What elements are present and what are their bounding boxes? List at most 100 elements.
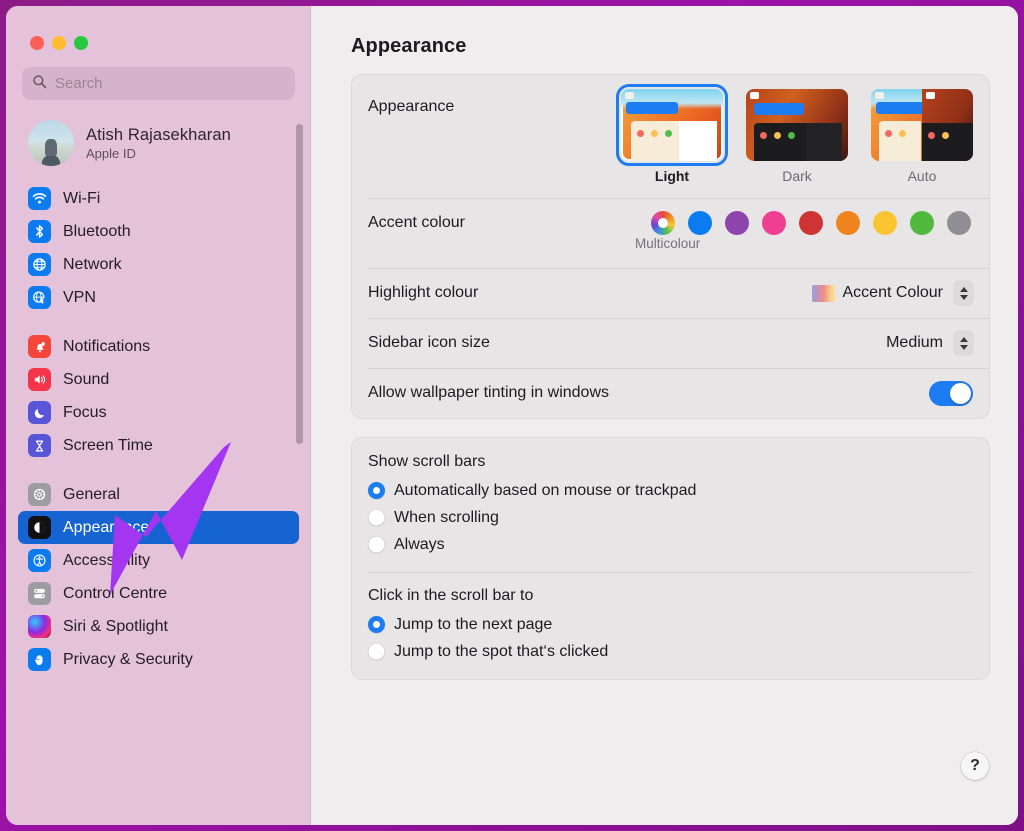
sidebar-item-notifications[interactable]: Notifications xyxy=(18,330,299,363)
chevron-up-down-icon[interactable] xyxy=(954,331,973,355)
accent-swatch-multicolour[interactable] xyxy=(651,211,675,235)
appearance-mode-options: Light Dark Auto xyxy=(616,84,973,184)
appearance-option-label: Auto xyxy=(907,168,937,184)
radio-button[interactable] xyxy=(368,509,385,526)
dark-theme-preview xyxy=(746,89,848,161)
appearance-option-label: Light xyxy=(654,168,690,184)
radio-show-scrollbars-always[interactable]: Always xyxy=(368,531,973,558)
sidebar-item-appearance[interactable]: Appearance xyxy=(18,511,299,544)
radio-button[interactable] xyxy=(368,643,385,660)
sidebar-item-label: Wi-Fi xyxy=(63,189,101,207)
accessibility-icon xyxy=(28,549,51,572)
sidebar-icon-size-label: Sidebar icon size xyxy=(368,334,490,351)
siri-icon xyxy=(28,615,51,638)
search-input[interactable] xyxy=(55,75,285,92)
highlight-colour-value: Accent Colour xyxy=(842,284,944,301)
profile-subtitle: Apple ID xyxy=(86,145,136,161)
minimise-button[interactable] xyxy=(52,36,66,50)
appearance-option-auto[interactable]: Auto xyxy=(871,89,973,184)
system-settings-window: Atish Rajasekharan Apple ID Wi-Fi Blueto… xyxy=(6,6,1018,825)
accent-swatch-blue[interactable] xyxy=(688,211,712,235)
accent-swatch-green[interactable] xyxy=(910,211,934,235)
accent-colour-swatches xyxy=(651,211,973,235)
show-scroll-bars-title: Show scroll bars xyxy=(368,453,486,470)
sidebar-item-label: Privacy & Security xyxy=(63,650,193,668)
sidebar-item-siri-spotlight[interactable]: Siri & Spotlight xyxy=(18,610,299,643)
network-globe-icon xyxy=(28,253,51,276)
accent-colour-caption: Multicolour xyxy=(635,236,701,251)
accent-swatch-red[interactable] xyxy=(799,211,823,235)
sidebar-item-control-centre[interactable]: Control Centre xyxy=(18,577,299,610)
radio-jump-next-page[interactable]: Jump to the next page xyxy=(368,611,973,638)
close-button[interactable] xyxy=(30,36,44,50)
sidebar-item-label: Sound xyxy=(63,370,110,388)
sidebar-item-label: Accessibility xyxy=(63,551,151,569)
sidebar-item-label: Bluetooth xyxy=(63,222,131,240)
radio-jump-to-spot[interactable]: Jump to the spot that‘s clicked xyxy=(368,638,973,665)
sidebar-divider-2 xyxy=(6,462,311,478)
sidebar-item-network[interactable]: Network xyxy=(18,248,299,281)
radio-label: When scrolling xyxy=(394,508,499,526)
sidebar-group-network: Wi-Fi Bluetooth Network VPN xyxy=(6,182,311,314)
profile-name: Atish Rajasekharan xyxy=(86,125,231,144)
sidebar-icon-size-value: Medium xyxy=(886,334,943,351)
appearance-option-dark[interactable]: Dark xyxy=(746,89,848,184)
chevron-up-down-icon[interactable] xyxy=(954,281,973,305)
screen-time-hourglass-icon xyxy=(28,434,51,457)
sidebar-item-general[interactable]: General xyxy=(18,478,299,511)
avatar xyxy=(28,120,74,166)
appearance-option-label: Dark xyxy=(782,168,812,184)
traffic-lights xyxy=(6,6,311,50)
sidebar-item-focus[interactable]: Focus xyxy=(18,396,299,429)
sidebar-icon-size-row: Sidebar icon size Medium xyxy=(352,318,989,368)
search-field[interactable] xyxy=(22,67,295,100)
highlight-colour-popup[interactable]: Accent Colour xyxy=(811,281,973,305)
sidebar-item-label: General xyxy=(63,485,120,503)
sound-speaker-icon xyxy=(28,368,51,391)
sidebar-item-sound[interactable]: Sound xyxy=(18,363,299,396)
sidebar-item-label: VPN xyxy=(63,288,96,306)
sidebar-item-accessibility[interactable]: Accessibility xyxy=(18,544,299,577)
sidebar-group-system: Notifications Sound Focus Screen Time xyxy=(6,330,311,462)
accent-swatch-pink[interactable] xyxy=(762,211,786,235)
sidebar-item-wifi[interactable]: Wi-Fi xyxy=(18,182,299,215)
focus-moon-icon xyxy=(28,401,51,424)
radio-label: Jump to the next page xyxy=(394,615,553,633)
radio-button[interactable] xyxy=(368,616,385,633)
main-content: Appearance Appearance Light Dark Auto Ac… xyxy=(311,6,1018,825)
appearance-settings-card: Appearance Light Dark Auto Accent colour… xyxy=(351,74,990,419)
sidebar-group-preferences: General Appearance Accessibility Control… xyxy=(6,478,311,676)
sidebar-item-label: Network xyxy=(63,255,122,273)
scroll-bars-card: Show scroll bars Automatically based on … xyxy=(351,437,990,680)
sidebar-item-label: Siri & Spotlight xyxy=(63,617,168,635)
radio-button[interactable] xyxy=(368,482,385,499)
radio-button[interactable] xyxy=(368,536,385,553)
sidebar-item-vpn[interactable]: VPN xyxy=(18,281,299,314)
accent-swatch-orange[interactable] xyxy=(836,211,860,235)
sidebar-item-privacy-security[interactable]: Privacy & Security xyxy=(18,643,299,676)
click-scroll-bar-section: Click in the scroll bar to Jump to the n… xyxy=(352,572,989,679)
sidebar-item-screen-time[interactable]: Screen Time xyxy=(18,429,299,462)
zoom-button[interactable] xyxy=(74,36,88,50)
radio-show-scrollbars-automatic[interactable]: Automatically based on mouse or trackpad xyxy=(368,477,973,504)
accent-swatch-yellow[interactable] xyxy=(873,211,897,235)
sidebar-nav: Wi-Fi Bluetooth Network VPN Notification… xyxy=(6,182,311,676)
help-button[interactable]: ? xyxy=(961,752,989,780)
wallpaper-tinting-toggle[interactable] xyxy=(929,380,973,406)
radio-label: Jump to the spot that‘s clicked xyxy=(394,642,609,660)
radio-show-scrollbars-when-scrolling[interactable]: When scrolling xyxy=(368,504,973,531)
accent-swatch-purple[interactable] xyxy=(725,211,749,235)
accent-swatch-graphite[interactable] xyxy=(947,211,971,235)
highlight-colour-row: Highlight colour Accent Colour xyxy=(352,268,989,318)
apple-id-profile[interactable]: Atish Rajasekharan Apple ID xyxy=(22,116,295,170)
auto-theme-preview xyxy=(871,89,973,161)
appearance-mode-label: Appearance xyxy=(368,98,455,115)
highlight-colour-label: Highlight colour xyxy=(368,284,479,301)
appearance-option-light[interactable]: Light xyxy=(616,84,728,184)
sidebar-scrollbar[interactable] xyxy=(296,124,303,444)
vpn-globe-icon xyxy=(28,286,51,309)
sidebar-icon-size-popup[interactable]: Medium xyxy=(886,331,973,355)
sidebar-item-bluetooth[interactable]: Bluetooth xyxy=(18,215,299,248)
sidebar-divider-1 xyxy=(6,314,311,330)
highlight-colour-chip xyxy=(811,284,836,302)
